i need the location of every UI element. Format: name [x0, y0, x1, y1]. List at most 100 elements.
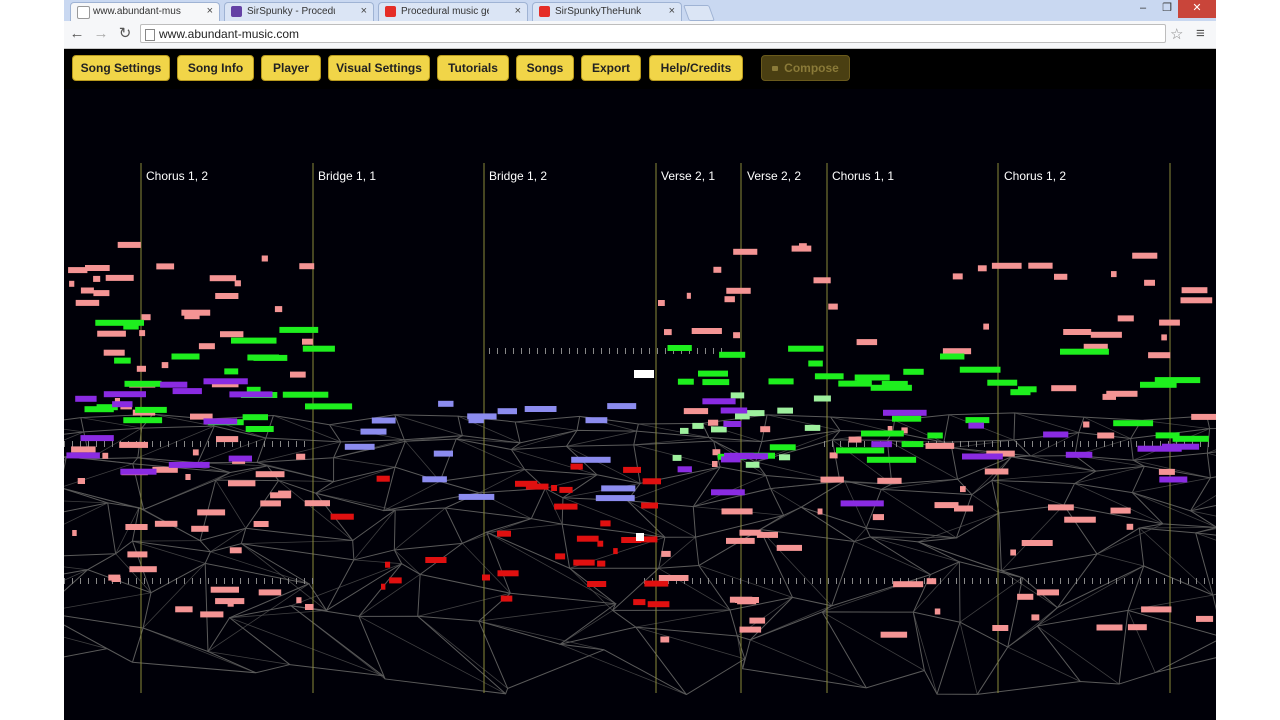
- note-bar: [261, 255, 268, 262]
- note-bar: [381, 583, 386, 590]
- note-bar: [69, 280, 75, 287]
- close-icon[interactable]: ×: [515, 3, 521, 20]
- beat-tick: [840, 441, 841, 447]
- beat-tick: [104, 578, 105, 584]
- close-icon[interactable]: ×: [361, 3, 367, 20]
- address-bar[interactable]: www.abundant-music.com: [140, 24, 1166, 43]
- note-bar: [934, 502, 959, 509]
- youtube-icon: [385, 6, 396, 17]
- close-icon[interactable]: ×: [207, 3, 213, 20]
- player-button[interactable]: Player: [261, 55, 321, 81]
- note-bar: [425, 557, 447, 563]
- note-bar: [255, 471, 285, 478]
- beat-tick: [184, 441, 185, 447]
- help-credits-button[interactable]: Help/Credits: [649, 55, 743, 81]
- beat-tick: [844, 578, 845, 584]
- beat-tick: [1016, 441, 1017, 447]
- tab-abundant-music[interactable]: www.abundant-music.co ×: [70, 2, 220, 21]
- note-bar: [71, 446, 96, 453]
- note-bar: [601, 485, 636, 492]
- note-bar: [984, 468, 1009, 475]
- beat-tick: [497, 348, 498, 354]
- forward-button[interactable]: →: [92, 25, 110, 43]
- note-bar: [228, 455, 252, 462]
- note-bar: [749, 617, 766, 624]
- beat-tick: [980, 578, 981, 584]
- note-bar: [229, 391, 273, 398]
- beat-tick: [112, 441, 113, 447]
- note-bar: [597, 560, 606, 567]
- tab-procedural-music[interactable]: Procedural music generati ×: [378, 2, 528, 21]
- song-settings-button[interactable]: Song Settings: [72, 55, 170, 81]
- note-bar: [270, 492, 292, 499]
- beat-tick: [964, 578, 965, 584]
- beat-tick: [948, 578, 949, 584]
- beat-tick: [200, 578, 201, 584]
- visual-settings-button[interactable]: Visual Settings: [328, 55, 430, 81]
- beat-tick: [832, 441, 833, 447]
- tab-sirspunkythehunk[interactable]: SirSpunkyTheHunk - YouT ×: [532, 2, 682, 21]
- reload-button[interactable]: ↻: [116, 25, 134, 43]
- note-bar: [712, 461, 718, 467]
- note-bar: [1065, 451, 1093, 458]
- note-bar: [739, 529, 761, 536]
- beat-tick: [505, 348, 506, 354]
- note-bar: [952, 273, 963, 280]
- note-bar: [551, 485, 557, 491]
- note-bar: [1021, 540, 1053, 546]
- beat-tick: [896, 441, 897, 447]
- tutorials-button[interactable]: Tutorials: [437, 55, 509, 81]
- beat-tick: [64, 578, 65, 584]
- beat-tick: [1164, 578, 1165, 584]
- beat-tick: [128, 578, 129, 584]
- restore-button[interactable]: ❐: [1156, 0, 1178, 18]
- song-info-button[interactable]: Song Info: [177, 55, 254, 81]
- note-bar: [224, 368, 239, 375]
- browser-menu-icon[interactable]: ≡: [1196, 25, 1205, 42]
- note-bar: [647, 601, 670, 608]
- beat-tick: [521, 348, 522, 354]
- minimize-button[interactable]: –: [1132, 0, 1154, 18]
- export-button[interactable]: Export: [581, 55, 641, 81]
- new-tab-button[interactable]: [683, 5, 715, 21]
- note-bar: [168, 461, 210, 468]
- note-bar: [192, 449, 199, 456]
- note-bar: [125, 524, 148, 530]
- note-bar: [467, 413, 497, 420]
- note-bar: [644, 580, 669, 587]
- note-bar: [1097, 432, 1115, 439]
- songs-button[interactable]: Songs: [516, 55, 574, 81]
- beat-tick: [1056, 441, 1057, 447]
- note-bar: [871, 441, 892, 448]
- note-bar: [500, 595, 513, 602]
- note-bar: [730, 392, 745, 399]
- beat-tick: [1012, 578, 1013, 584]
- bookmark-star-icon[interactable]: ☆: [1170, 25, 1183, 43]
- beat-tick: [240, 441, 241, 447]
- note-bar: [927, 432, 943, 439]
- note-bar: [893, 581, 924, 588]
- note-bar: [161, 362, 169, 369]
- note-bar: [555, 553, 566, 560]
- window-close-button[interactable]: ✕: [1178, 0, 1216, 18]
- note-bar: [217, 418, 238, 425]
- beat-tick: [256, 441, 257, 447]
- note-bar: [120, 468, 157, 475]
- beat-tick: [296, 441, 297, 447]
- back-button[interactable]: ←: [68, 25, 86, 43]
- note-bar: [497, 530, 511, 537]
- note-bar: [636, 533, 644, 541]
- note-bar: [735, 413, 750, 420]
- note-bar: [1155, 432, 1180, 439]
- beat-tick: [649, 348, 650, 354]
- note-bar: [977, 265, 987, 272]
- tab-sirspunky-twitch[interactable]: SirSpunky - Procedural m ×: [224, 2, 374, 21]
- visualizer-canvas: [64, 163, 1216, 696]
- note-bar: [1126, 523, 1134, 530]
- beat-tick: [280, 441, 281, 447]
- note-bar: [788, 345, 824, 352]
- compose-button[interactable]: Compose: [761, 55, 850, 81]
- beat-tick: [1108, 578, 1109, 584]
- close-icon[interactable]: ×: [669, 3, 675, 20]
- beat-tick: [692, 578, 693, 584]
